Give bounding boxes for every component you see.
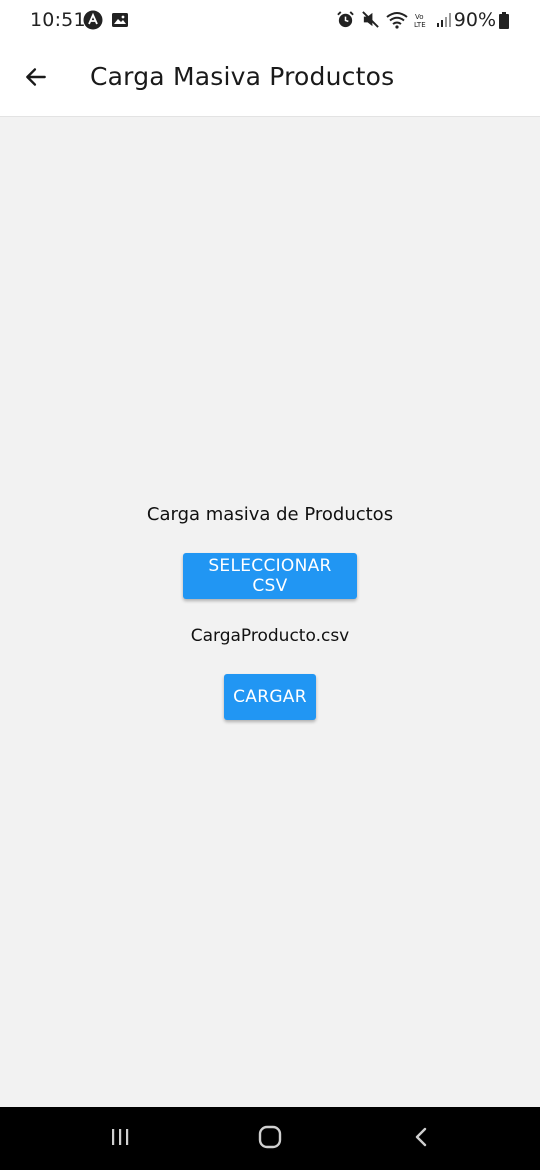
system-nav-bar (0, 1107, 540, 1170)
image-icon (111, 11, 129, 33)
home-button[interactable] (254, 1123, 286, 1155)
battery-percentage: 90% (453, 9, 496, 31)
back-button[interactable] (14, 57, 58, 101)
battery-icon (499, 12, 509, 33)
alarm-icon (336, 10, 355, 33)
home-icon (257, 1124, 283, 1154)
status-right-icons: Vo LTE (336, 10, 452, 33)
mute-icon (361, 10, 380, 33)
page-title: Carga Masiva Productos (90, 62, 395, 91)
select-csv-button[interactable]: SELECCIONAR CSV (183, 553, 357, 599)
status-left-icons (83, 10, 129, 34)
recents-button[interactable] (104, 1123, 136, 1155)
status-bar: 10:51 Vo LTE 90% (0, 0, 540, 42)
status-time: 10:51 (30, 9, 86, 31)
app-bar: Carga Masiva Productos (0, 42, 540, 117)
main-content: Carga masiva de Productos SELECCIONAR CS… (0, 117, 540, 1107)
back-icon (410, 1125, 434, 1153)
android-auto-icon (83, 10, 103, 34)
wifi-icon (386, 11, 408, 33)
arrow-left-icon (23, 64, 49, 94)
signal-icon (436, 12, 452, 32)
svg-text:Vo: Vo (415, 13, 424, 21)
upload-button[interactable]: CARGAR (224, 674, 316, 720)
selected-file-name: CargaProducto.csv (190, 626, 350, 646)
section-title: Carga masiva de Productos (146, 504, 394, 525)
volte-icon: Vo LTE (414, 11, 430, 33)
svg-text:LTE: LTE (414, 21, 426, 29)
nav-back-button[interactable] (406, 1123, 438, 1155)
recents-icon (108, 1125, 132, 1153)
